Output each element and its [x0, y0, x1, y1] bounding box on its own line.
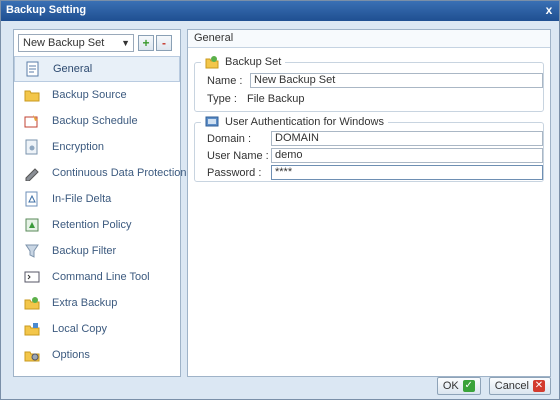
sidebar-item-encryption[interactable]: Encryption [14, 134, 180, 160]
user-name-label: User Name : [207, 149, 269, 162]
sidebar-item-cdp[interactable]: Continuous Data Protection [14, 160, 187, 186]
settings-nav: General Backup Source Backup Schedule En… [14, 56, 187, 368]
terminal-icon [24, 271, 40, 283]
sidebar-item-retention-policy[interactable]: Retention Policy [14, 212, 180, 238]
password-field[interactable]: **** [271, 165, 543, 180]
general-icon [26, 61, 39, 77]
backup-set-select[interactable]: New Backup Set ▼ [18, 34, 134, 52]
sidebar-item-general[interactable]: General [14, 56, 180, 82]
remove-backup-set-button[interactable]: - [156, 35, 172, 51]
auth-title: User Authentication for Windows [225, 116, 384, 128]
backup-setting-window: Backup Setting x New Backup Set ▼ + - Ge… [0, 0, 560, 400]
delta-icon [25, 191, 38, 207]
retention-icon [25, 218, 39, 232]
sidebar-item-label: In-File Delta [52, 193, 112, 205]
name-field[interactable]: New Backup Set [250, 73, 543, 88]
general-settings-panel: General Backup Set Name : New Backup Set… [187, 29, 551, 377]
cdp-icon [25, 168, 39, 181]
backup-set-select-value: New Backup Set [23, 37, 105, 49]
backup-set-group: Backup Set Name : New Backup Set Type : … [194, 55, 544, 112]
dialog-footer: OK ✓ Cancel ✕ [436, 377, 551, 395]
auth-group: User Authentication for Windows Domain :… [194, 115, 544, 182]
encryption-icon [25, 139, 38, 155]
check-icon: ✓ [462, 380, 475, 392]
sidebar-item-label: Options [52, 349, 90, 361]
backup-set-group-title: Backup Set [201, 55, 286, 69]
add-backup-set-button[interactable]: + [138, 35, 154, 51]
close-icon[interactable]: x [542, 3, 556, 17]
schedule-icon [24, 115, 38, 128]
sidebar-item-label: Retention Policy [52, 219, 132, 231]
ok-label: OK [442, 380, 459, 392]
window-title: Backup Setting [6, 4, 87, 16]
backup-set-icon [205, 56, 219, 69]
backup-set-title: Backup Set [225, 56, 282, 68]
sidebar-item-backup-source[interactable]: Backup Source [14, 82, 180, 108]
sidebar-item-extra-backup[interactable]: Extra Backup [14, 290, 180, 316]
sidebar-item-label: Extra Backup [52, 297, 118, 309]
chevron-down-icon: ▼ [121, 38, 130, 48]
cancel-label: Cancel [494, 380, 529, 392]
name-row: Name : [207, 73, 242, 88]
panel-heading: General [188, 30, 550, 48]
password-row: Password : [207, 165, 261, 180]
sidebar-item-label: Continuous Data Protection [52, 167, 187, 179]
local-copy-icon [24, 323, 40, 336]
ok-button[interactable]: OK ✓ [436, 377, 481, 395]
password-label: Password : [207, 166, 262, 179]
sidebar-item-backup-schedule[interactable]: Backup Schedule [14, 108, 180, 134]
filter-icon [25, 244, 39, 258]
sidebar-item-label: Backup Schedule [52, 115, 138, 127]
sidebar-item-label: Backup Filter [52, 245, 117, 257]
sidebar-item-local-copy[interactable]: Local Copy [14, 316, 180, 342]
extra-backup-icon [24, 297, 40, 310]
windows-auth-icon [205, 116, 219, 127]
name-label: Name : [207, 74, 243, 87]
type-value: File Backup [246, 92, 305, 105]
user-name-field[interactable]: demo [271, 148, 543, 163]
sidebar-item-options[interactable]: Options [14, 342, 180, 368]
user-row: User Name : [207, 148, 269, 163]
domain-field[interactable]: DOMAIN [271, 131, 543, 146]
sidebar-item-command-line-tool[interactable]: Command Line Tool [14, 264, 180, 290]
title-bar: Backup Setting x [1, 1, 559, 21]
cancel-button[interactable]: Cancel ✕ [488, 377, 551, 395]
backup-set-bar: New Backup Set ▼ + - [18, 34, 176, 52]
sidebar-item-label: Local Copy [52, 323, 108, 335]
folder-icon [24, 90, 40, 102]
sidebar-item-label: General [53, 63, 93, 75]
close-icon: ✕ [533, 380, 545, 392]
sidebar-item-label: Encryption [52, 141, 104, 153]
sidebar-item-label: Command Line Tool [52, 271, 150, 283]
type-row: Type : File Backup [207, 91, 304, 106]
sidebar-item-label: Backup Source [52, 89, 127, 101]
sidebar-item-in-file-delta[interactable]: In-File Delta [14, 186, 180, 212]
type-label: Type : [207, 92, 237, 105]
options-icon [24, 351, 40, 362]
domain-label: Domain : [207, 132, 252, 145]
auth-group-title: User Authentication for Windows [201, 115, 388, 129]
sidebar-item-backup-filter[interactable]: Backup Filter [14, 238, 180, 264]
domain-row: Domain : [207, 131, 251, 146]
settings-sidebar: New Backup Set ▼ + - General Backup Sour… [13, 29, 187, 377]
